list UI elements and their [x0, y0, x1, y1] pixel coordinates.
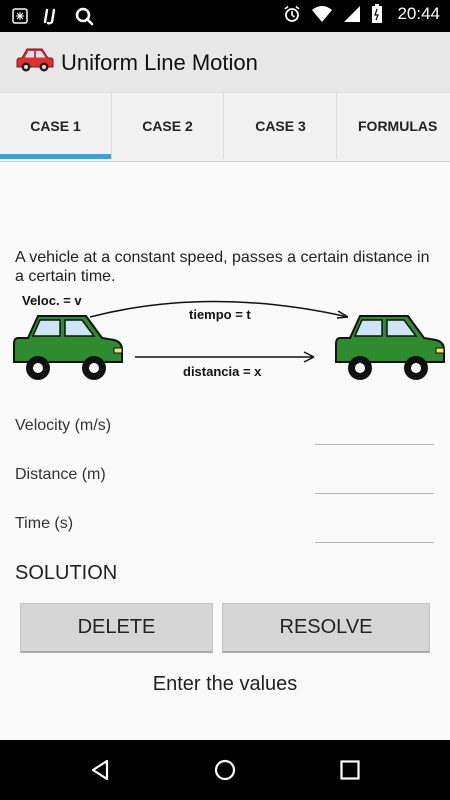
back-icon[interactable]: [88, 758, 112, 782]
delete-button[interactable]: DELETE: [20, 603, 213, 653]
tab-formulas-label: FORMULAS: [358, 117, 438, 134]
distance-label: Distance (m): [15, 466, 106, 483]
notification-q-icon: [75, 7, 94, 26]
clock-time: 20:44: [397, 4, 440, 23]
cell-signal-icon: [344, 6, 361, 22]
velocity-input[interactable]: [315, 416, 434, 445]
problem-description: A vehicle at a constant speed, passes a …: [15, 249, 430, 285]
tab-formulas[interactable]: FORMULAS: [338, 93, 450, 159]
recents-icon[interactable]: [338, 758, 362, 782]
alarm-icon: [284, 5, 300, 22]
solution-heading: SOLUTION: [15, 562, 118, 584]
app-title: Uniform Line Motion: [61, 50, 258, 75]
tab-case-2[interactable]: CASE 2: [112, 93, 224, 159]
tab-bar: CASE 1 CASE 2 CASE 3 FORMULAS: [0, 92, 450, 162]
tab-case-3[interactable]: CASE 3: [225, 93, 337, 159]
wifi-icon: [312, 6, 333, 22]
notification-app-icon: [12, 8, 28, 24]
tab-case-1[interactable]: CASE 1: [0, 93, 112, 159]
time-label: Time (s): [15, 515, 74, 532]
time-input[interactable]: [315, 514, 434, 543]
velocity-symbol-label: Veloc. = v: [22, 293, 82, 308]
distance-symbol-label: distancia = x: [183, 364, 262, 379]
navigation-bar: [0, 740, 450, 800]
time-symbol-label: tiempo = t: [189, 307, 251, 322]
home-icon[interactable]: [213, 758, 237, 782]
battery-icon: [372, 4, 383, 23]
distance-input[interactable]: [315, 465, 434, 494]
app-bar: Uniform Line Motion: [0, 32, 450, 92]
end-car-image: [335, 315, 445, 380]
status-bar: 20:44: [0, 0, 450, 32]
result-message: Enter the values: [152, 673, 298, 695]
start-car-image: [13, 315, 123, 380]
resolve-button[interactable]: RESOLVE: [222, 603, 430, 653]
notification-ij-icon: [43, 8, 56, 25]
motion-diagram: Veloc. = v tiempo = t distancia = x: [13, 293, 445, 380]
car-logo-icon: [16, 48, 54, 72]
velocity-label: Velocity (m/s): [15, 417, 112, 434]
